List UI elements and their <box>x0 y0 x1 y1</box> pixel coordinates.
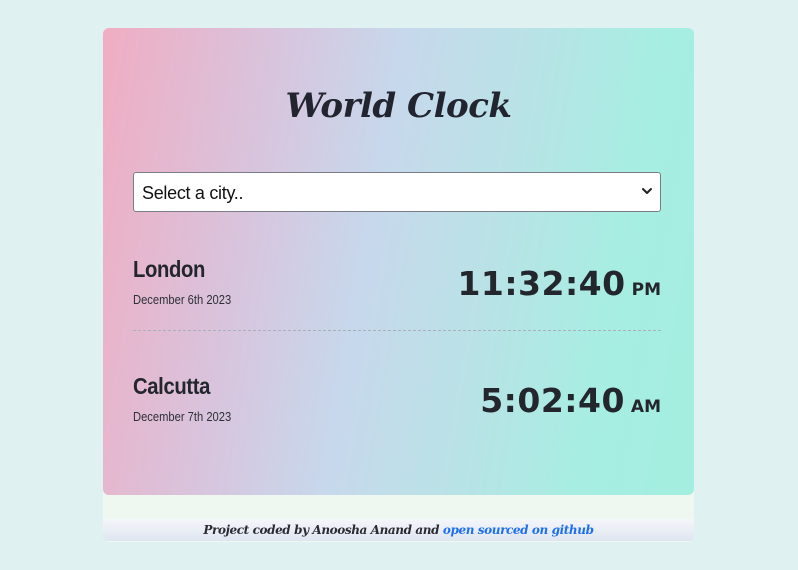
city-row-london: London December 6th 2023 11:32:40 PM <box>133 252 661 322</box>
footer-text: Project coded by Anoosha Anand and <box>203 523 443 537</box>
city-time: 5:02:40 AM <box>480 381 661 420</box>
page: World Clock Select a city.. London Decem… <box>0 0 798 570</box>
city-name: Calcutta <box>133 373 211 399</box>
time-period: AM <box>630 397 661 417</box>
clock-card: World Clock Select a city.. London Decem… <box>103 28 694 495</box>
footer: Project coded by Anoosha Anand and open … <box>103 519 694 541</box>
city-name: London <box>133 256 206 282</box>
time-value: 5:02:40 <box>480 381 625 420</box>
city-date: December 6th 2023 <box>133 292 232 307</box>
time-value: 11:32:40 <box>457 264 626 303</box>
chevron-down-icon <box>642 188 652 194</box>
city-divider <box>133 330 661 331</box>
app-title: World Clock <box>285 86 512 126</box>
city-time: 11:32:40 PM <box>457 264 661 303</box>
time-period: PM <box>631 280 661 300</box>
city-date: December 7th 2023 <box>133 409 232 424</box>
city-select-value: Select a city.. <box>142 183 244 203</box>
city-select[interactable]: Select a city.. <box>133 172 661 212</box>
app-container: World Clock Select a city.. London Decem… <box>103 28 694 542</box>
city-row-calcutta: Calcutta December 7th 2023 5:02:40 AM <box>133 369 661 439</box>
github-link[interactable]: open sourced on github <box>443 523 594 537</box>
